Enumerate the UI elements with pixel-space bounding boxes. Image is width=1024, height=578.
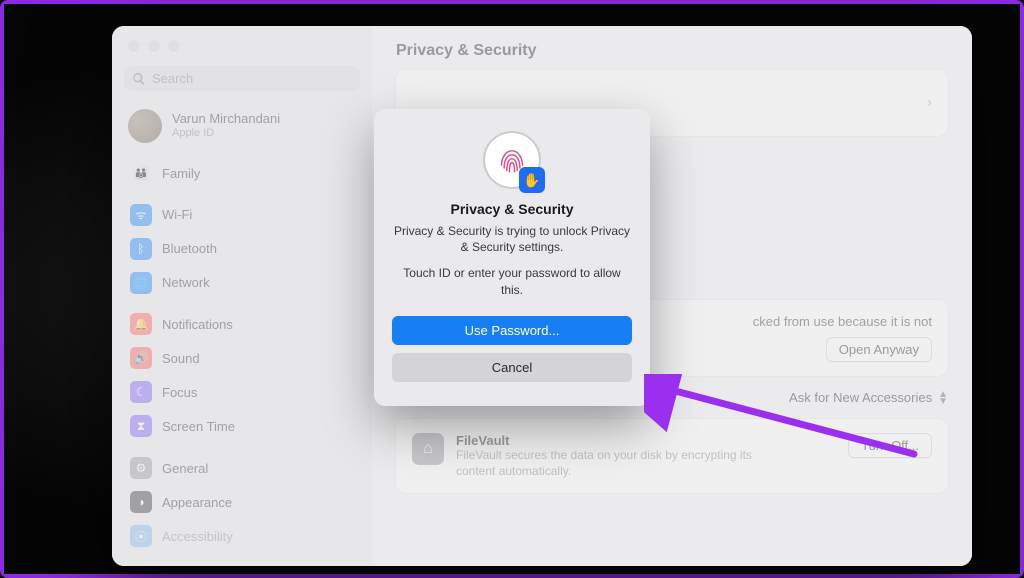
filevault-panel: ⌂ FileVault FileVault secures the data o…: [396, 419, 948, 493]
minimize-icon[interactable]: [148, 40, 160, 52]
sidebar-item-label: General: [162, 461, 208, 476]
family-icon: 👪: [130, 162, 152, 184]
auth-icon: ✋: [483, 131, 541, 189]
chevron-right-icon: ›: [927, 94, 932, 112]
user-sub: Apple ID: [172, 127, 280, 140]
maximize-icon[interactable]: [168, 40, 180, 52]
hourglass-icon: ⧗: [130, 415, 152, 437]
cancel-button[interactable]: Cancel: [392, 353, 632, 382]
sidebar-item-wifi[interactable]: ᯤ Wi-Fi: [124, 199, 360, 231]
sidebar-item-label: Family: [162, 166, 200, 181]
page-title: Privacy & Security: [396, 42, 948, 60]
sidebar-item-general[interactable]: ⚙ General: [124, 452, 360, 484]
chevron-updown-icon: ▲▼: [938, 391, 948, 405]
bluetooth-icon: ᛒ: [130, 238, 152, 260]
sound-icon: 🔊: [130, 347, 152, 369]
auth-dialog: ✋ Privacy & Security Privacy & Security …: [374, 109, 650, 406]
filevault-title: FileVault: [456, 433, 786, 448]
accessibility-icon: ⦿: [130, 525, 152, 547]
network-icon: 🌐: [130, 272, 152, 294]
sidebar-item-label: Screen Time: [162, 419, 235, 434]
sidebar-item-label: Bluetooth: [162, 241, 217, 256]
sidebar-item-label: Wi-Fi: [162, 207, 192, 222]
sidebar-item-label: Notifications: [162, 317, 233, 332]
dialog-title: Privacy & Security: [451, 201, 574, 217]
sidebar-item-network[interactable]: 🌐 Network: [124, 267, 360, 299]
accessories-label: Ask for New Accessories: [789, 390, 932, 405]
sidebar-item-appearance[interactable]: ◑ Appearance: [124, 486, 360, 518]
search-placeholder: Search: [152, 71, 193, 86]
gear-icon: ⚙: [130, 457, 152, 479]
apple-id-row[interactable]: Varun Mirchandani Apple ID: [124, 103, 360, 149]
sidebar-item-notifications[interactable]: 🔔 Notifications: [124, 308, 360, 340]
sidebar-item-bluetooth[interactable]: ᛒ Bluetooth: [124, 233, 360, 265]
open-anyway-button[interactable]: Open Anyway: [826, 337, 932, 362]
bell-icon: 🔔: [130, 313, 152, 335]
wifi-icon: ᯤ: [130, 204, 152, 226]
filevault-turnoff-button[interactable]: Turn Off...: [848, 433, 932, 458]
search-input[interactable]: Search: [124, 66, 360, 91]
sidebar-item-label: Network: [162, 275, 210, 290]
dialog-message: Privacy & Security is trying to unlock P…: [392, 223, 632, 255]
hand-badge-icon: ✋: [519, 167, 545, 193]
sidebar-item-focus[interactable]: ☾ Focus: [124, 376, 360, 408]
sidebar-item-sound[interactable]: 🔊 Sound: [124, 342, 360, 374]
use-password-button[interactable]: Use Password...: [392, 316, 632, 345]
user-name: Varun Mirchandani: [172, 112, 280, 127]
sidebar: Search Varun Mirchandani Apple ID 👪 Fami…: [112, 26, 372, 566]
sidebar-item-label: Sound: [162, 351, 200, 366]
close-icon[interactable]: [128, 40, 140, 52]
search-icon: [132, 72, 146, 86]
sidebar-item-accessibility[interactable]: ⦿ Accessibility: [124, 520, 360, 552]
sidebar-item-label: Appearance: [162, 495, 232, 510]
window-controls: [124, 40, 360, 52]
avatar: [128, 109, 162, 143]
sidebar-item-label: Accessibility: [162, 529, 233, 544]
appearance-icon: ◑: [130, 491, 152, 513]
filevault-icon: ⌂: [412, 433, 444, 465]
dialog-message2: Touch ID or enter your password to allow…: [392, 265, 632, 297]
moon-icon: ☾: [130, 381, 152, 403]
sidebar-item-label: Focus: [162, 385, 197, 400]
sidebar-item-screen-time[interactable]: ⧗ Screen Time: [124, 410, 360, 442]
sidebar-item-family[interactable]: 👪 Family: [124, 157, 360, 189]
filevault-desc: FileVault secures the data on your disk …: [456, 448, 786, 479]
